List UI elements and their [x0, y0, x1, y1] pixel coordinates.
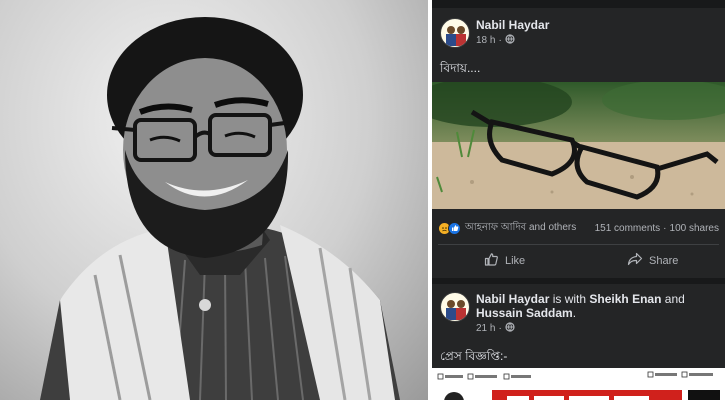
post-time[interactable]: 18 h	[476, 35, 495, 46]
shares-count[interactable]: 100 shares	[670, 223, 719, 234]
globe-icon	[505, 322, 515, 335]
comments-count[interactable]: 151 comments	[595, 223, 661, 234]
thumbs-up-icon	[484, 252, 499, 270]
author-name[interactable]: Nabil Haydar	[476, 18, 549, 32]
author-name[interactable]: Nabil Haydar	[476, 292, 549, 306]
like-button[interactable]: Like	[484, 252, 525, 270]
like-label: Like	[505, 255, 526, 267]
facebook-feed[interactable]: Nabil Haydar 18 h · বিদায়.... আহনাফ আদি…	[432, 0, 725, 400]
tagged-person-2[interactable]: Hussain Saddam	[476, 306, 573, 320]
post-card: Nabil Haydar is with Sheikh Enan and Hus…	[432, 284, 725, 400]
tagged-person-1[interactable]: Sheikh Enan	[589, 292, 661, 306]
post-time[interactable]: 21 h	[476, 323, 495, 334]
share-button[interactable]: Share	[627, 252, 678, 269]
share-arrow-icon	[627, 252, 643, 269]
portrait-illustration	[40, 17, 400, 400]
post-card: Nabil Haydar 18 h · বিদায়.... আহনাফ আদি…	[432, 8, 725, 278]
action-divider	[438, 244, 719, 245]
press-release-image[interactable]	[432, 368, 725, 400]
author-avatar[interactable]	[440, 18, 470, 48]
post-image-broken-glasses[interactable]	[432, 82, 725, 209]
post-text: বিদায়....	[440, 61, 481, 75]
share-label: Share	[649, 254, 679, 267]
post-text: প্রেস বিজ্ঞপ্তি:-	[440, 349, 508, 363]
reaction-names[interactable]: আহনাফ আদিব and others	[465, 220, 576, 237]
author-avatar[interactable]	[440, 292, 470, 322]
like-reaction-icon	[448, 221, 461, 235]
portrait-photo	[0, 0, 428, 400]
globe-icon	[505, 34, 515, 47]
